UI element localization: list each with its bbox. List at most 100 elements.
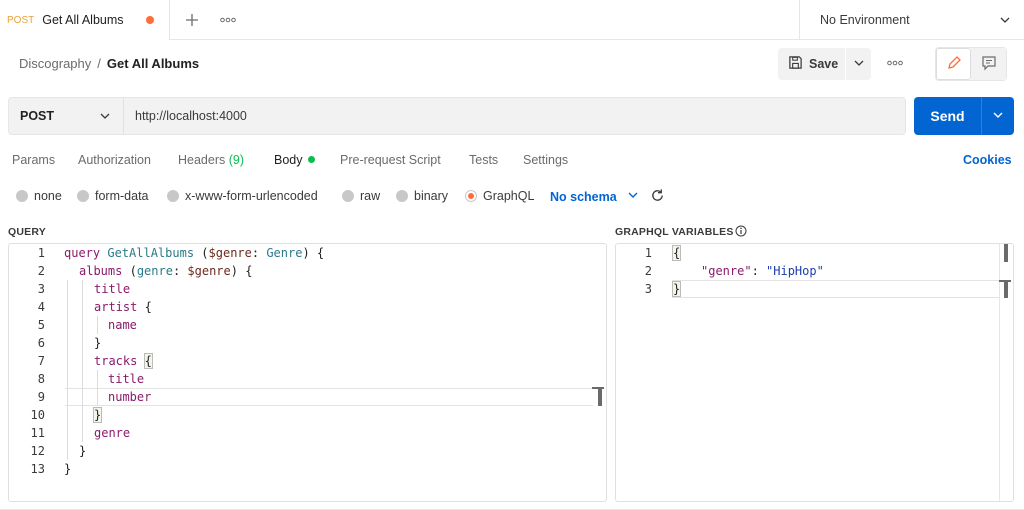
info-icon[interactable] bbox=[735, 225, 747, 240]
body-type-graphql-label: GraphQL bbox=[483, 189, 535, 203]
tab-body[interactable]: Body bbox=[274, 153, 315, 167]
code-line-7: tracks { bbox=[94, 353, 153, 369]
code-line-4: artist { bbox=[94, 300, 152, 314]
code-line-1: query GetAllAlbums ($genre: Genre) { bbox=[64, 246, 325, 260]
save-button[interactable]: Save bbox=[778, 48, 846, 80]
ellipsis-icon bbox=[887, 57, 903, 72]
radio-icon bbox=[77, 190, 89, 202]
current-line-highlight bbox=[672, 280, 999, 298]
ellipsis-icon[interactable] bbox=[220, 14, 236, 29]
breadcrumb-request-name[interactable]: Get All Albums bbox=[107, 56, 199, 71]
line-number: 11 bbox=[30, 426, 45, 440]
line-number: 12 bbox=[30, 444, 45, 458]
indent-guide bbox=[97, 370, 98, 406]
send-button[interactable]: Send bbox=[914, 97, 982, 135]
query-scrollbar-thumb[interactable] bbox=[598, 388, 602, 406]
line-number: 13 bbox=[30, 462, 45, 476]
method-value: POST bbox=[20, 109, 55, 123]
tab-title: Get All Albums bbox=[42, 13, 124, 27]
tab-headers-label: Headers bbox=[178, 153, 226, 167]
schema-select[interactable]: No schema bbox=[550, 189, 639, 204]
var-line-1: { bbox=[671, 245, 682, 261]
radio-icon bbox=[167, 190, 179, 202]
body-type-none-label: none bbox=[34, 189, 62, 203]
chevron-down-icon bbox=[999, 14, 1011, 29]
tab-authorization[interactable]: Authorization bbox=[78, 153, 151, 167]
code-line-11: genre bbox=[94, 426, 131, 440]
body-type-graphql[interactable]: GraphQL bbox=[465, 189, 534, 203]
unsaved-dot-icon[interactable] bbox=[146, 16, 154, 24]
variables-scrollbar-thumb[interactable] bbox=[1004, 244, 1008, 262]
body-type-none[interactable]: none bbox=[16, 189, 62, 203]
tab-headers[interactable]: Headers (9) bbox=[178, 153, 244, 167]
save-button-group: Save bbox=[778, 48, 871, 80]
radio-icon bbox=[396, 190, 408, 202]
body-type-form-data[interactable]: form-data bbox=[77, 189, 149, 203]
var-line-3: } bbox=[671, 281, 682, 297]
line-number: 5 bbox=[37, 318, 45, 332]
comments-button[interactable] bbox=[971, 48, 1006, 80]
variables-scrollbar-thumb[interactable] bbox=[1004, 280, 1008, 298]
tab-body-label: Body bbox=[274, 153, 303, 167]
line-number: 2 bbox=[37, 264, 45, 278]
environment-selector[interactable]: No Environment bbox=[799, 0, 1024, 40]
variables-scroll-divider bbox=[999, 244, 1000, 501]
variables-panel-label: GRAPHQL VARIABLES bbox=[615, 226, 734, 238]
breadcrumb: Discography / Get All Albums bbox=[19, 56, 199, 71]
url-bar: POST http://localhost:4000 bbox=[8, 97, 906, 135]
code-line-6: } bbox=[94, 336, 102, 350]
code-line-8: title bbox=[108, 372, 145, 386]
edit-mode-button[interactable] bbox=[936, 48, 971, 80]
send-button-group: Send bbox=[914, 97, 1014, 135]
line-number: 10 bbox=[30, 408, 45, 422]
body-type-urlencoded[interactable]: x-www-form-urlencoded bbox=[167, 189, 318, 203]
chevron-down-icon bbox=[853, 57, 865, 72]
request-tab[interactable]: POST Get All Albums bbox=[0, 0, 170, 40]
body-type-raw[interactable]: raw bbox=[342, 189, 380, 203]
tab-tests[interactable]: Tests bbox=[469, 153, 498, 167]
save-options-button[interactable] bbox=[846, 48, 871, 80]
radio-icon bbox=[16, 190, 28, 202]
method-select[interactable]: POST bbox=[9, 98, 124, 134]
tab-params[interactable]: Params bbox=[12, 153, 55, 167]
code-line-12: } bbox=[79, 444, 87, 458]
code-line-10: } bbox=[92, 407, 103, 423]
more-actions-button[interactable] bbox=[880, 52, 910, 76]
chevron-down-icon bbox=[627, 189, 639, 204]
tab-settings[interactable]: Settings bbox=[523, 153, 568, 167]
query-scrollbar-marker bbox=[592, 387, 604, 389]
save-label: Save bbox=[809, 57, 839, 71]
code-line-3: title bbox=[94, 282, 131, 296]
cookies-link[interactable]: Cookies bbox=[963, 153, 1012, 167]
tab-bar: POST Get All Albums No Environment bbox=[0, 0, 1024, 40]
variables-scrollbar-marker bbox=[999, 280, 1011, 282]
radio-icon bbox=[342, 190, 354, 202]
body-active-dot bbox=[307, 156, 315, 163]
send-options-button[interactable] bbox=[982, 97, 1014, 135]
line-number: 9 bbox=[37, 390, 45, 404]
line-number: 1 bbox=[644, 246, 652, 260]
body-type-form-data-label: form-data bbox=[95, 189, 149, 203]
code-line-2: albums (genre: $genre) { bbox=[79, 264, 253, 278]
line-number: 1 bbox=[37, 246, 45, 260]
line-number: 2 bbox=[644, 264, 652, 278]
breadcrumb-collection[interactable]: Discography bbox=[19, 56, 91, 71]
line-number: 3 bbox=[644, 282, 652, 296]
tab-pre-request-script[interactable]: Pre-request Script bbox=[340, 153, 441, 167]
pencil-icon bbox=[946, 55, 962, 74]
url-input[interactable]: http://localhost:4000 bbox=[124, 98, 247, 134]
radio-selected-icon bbox=[465, 190, 477, 202]
query-panel-label: QUERY bbox=[8, 226, 46, 238]
line-number: 4 bbox=[37, 300, 45, 314]
indent-guide bbox=[82, 280, 83, 442]
chevron-down-icon bbox=[99, 110, 111, 125]
body-type-urlencoded-label: x-www-form-urlencoded bbox=[185, 189, 318, 203]
schema-value: No schema bbox=[550, 189, 617, 204]
code-line-9: number bbox=[108, 390, 152, 404]
body-type-binary[interactable]: binary bbox=[396, 189, 448, 203]
line-number: 8 bbox=[37, 372, 45, 386]
plus-icon[interactable] bbox=[184, 12, 200, 31]
headers-count-badge: (9) bbox=[228, 153, 245, 167]
refresh-icon[interactable] bbox=[650, 188, 665, 206]
view-mode-toggle bbox=[935, 47, 1007, 81]
